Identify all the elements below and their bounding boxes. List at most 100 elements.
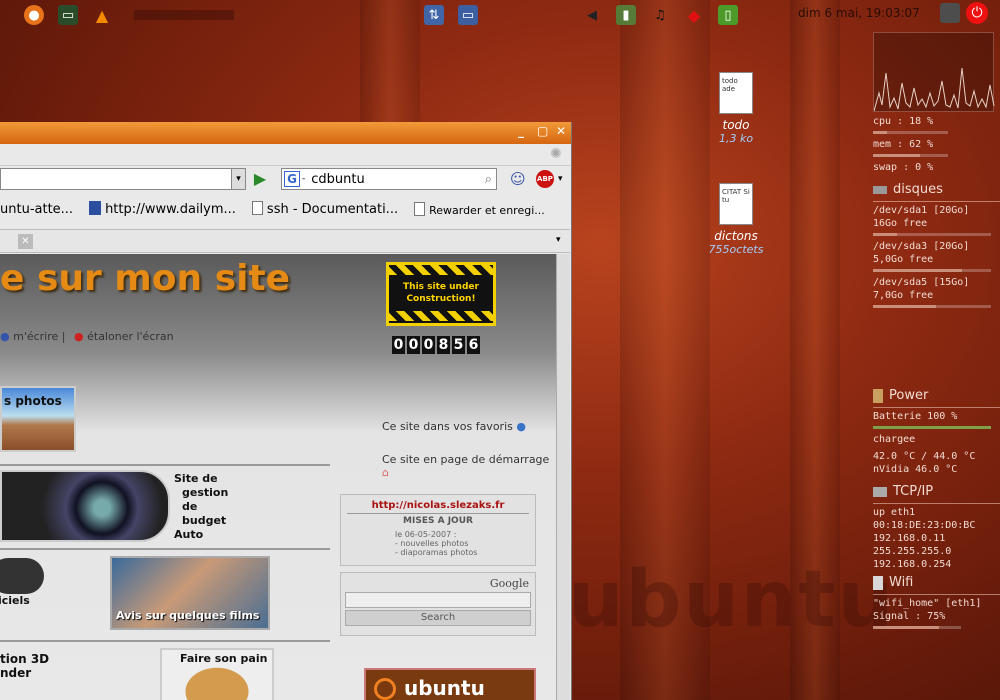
- counter-digit: 6: [467, 336, 480, 354]
- google-logo: Google: [489, 577, 529, 590]
- films-thumbnail[interactable]: Avis sur quelques films: [110, 556, 270, 630]
- google-search-input[interactable]: [345, 592, 531, 608]
- search-input[interactable]: G - cdbuntu ⌕: [281, 168, 497, 190]
- battery-applet-icon[interactable]: ▮: [616, 5, 636, 25]
- monitor-icon[interactable]: [940, 3, 960, 23]
- photos-thumbnail[interactable]: s photos: [0, 386, 76, 452]
- mem-bar: [873, 154, 948, 157]
- music-icon[interactable]: ♫: [650, 5, 670, 25]
- ubuntu-badge-label: ubuntu: [404, 676, 485, 700]
- divider: [0, 640, 330, 642]
- disks-heading: disques: [873, 182, 1000, 197]
- gpu-temperature: nVidia 46.0 °C: [873, 464, 958, 475]
- disks-title: disques: [893, 182, 943, 197]
- power-icon[interactable]: ⏻: [966, 2, 988, 24]
- url-dropdown-button[interactable]: ▾: [231, 168, 246, 190]
- network-icon[interactable]: ⇅: [424, 5, 444, 25]
- vlc-icon[interactable]: ▲: [92, 5, 112, 25]
- desktop-icon-size: 1,3 ko: [718, 132, 754, 145]
- 3d-link[interactable]: tion 3D nder: [0, 652, 49, 680]
- window-list[interactable]: [134, 10, 234, 20]
- close-icon[interactable]: ✕: [556, 124, 566, 138]
- mail-icon: ●: [0, 330, 10, 343]
- budget-line: de: [182, 500, 198, 513]
- ruby-icon[interactable]: ◆: [684, 5, 704, 25]
- adblock-icon[interactable]: ABP: [536, 170, 554, 188]
- photos-label: s photos: [4, 394, 62, 408]
- google-search-button[interactable]: Search: [345, 610, 531, 626]
- cpu-graph-plot: [873, 67, 995, 112]
- counter-digit: 0: [407, 336, 420, 354]
- battery-icon[interactable]: ▯: [718, 5, 738, 25]
- counter-digit: 0: [422, 336, 435, 354]
- divider: [873, 503, 1000, 504]
- homepage-label: Ce site en page de démarrage: [382, 453, 550, 466]
- extension-icon[interactable]: ☺: [510, 170, 526, 188]
- ip-address: 192.168.0.11: [873, 533, 946, 544]
- calibrate-screen-label: étaloner l'écran: [87, 330, 174, 343]
- netmask: 255.255.255.0: [873, 546, 952, 557]
- construction-sign: This site under Construction!: [386, 262, 496, 326]
- screen-icon: ●: [74, 330, 84, 343]
- volume-icon[interactable]: ◀: [582, 5, 602, 25]
- tab-list-icon[interactable]: ▾: [556, 235, 561, 245]
- minimize-icon[interactable]: _: [518, 124, 524, 138]
- counter-digit: 5: [452, 336, 465, 354]
- bookmark-item[interactable]: untu-atte...: [0, 202, 73, 217]
- wifi-heading: Wifi: [873, 575, 1000, 590]
- display-icon[interactable]: ▭: [458, 5, 478, 25]
- software-label: iciels: [0, 594, 30, 607]
- counter-digit: 8: [437, 336, 450, 354]
- ubuntu-badge[interactable]: ubuntu: [364, 668, 536, 700]
- gateway: 192.168.0.254: [873, 559, 952, 570]
- news-item: - nouvelles photos: [395, 539, 469, 548]
- wifi-signal: Signal : 75%: [873, 611, 946, 622]
- ubuntu-wordmark: ubuntu: [568, 555, 896, 645]
- battery-icon: [873, 388, 883, 403]
- construction-text: This site under Construction!: [403, 282, 479, 304]
- home-icon: ⌂: [382, 466, 389, 479]
- cpu-usage: cpu : 18 %: [873, 116, 934, 127]
- url-input[interactable]: [0, 168, 232, 190]
- page-icon: [89, 201, 102, 215]
- speedometer-image[interactable]: [0, 470, 170, 542]
- desktop-icon-size: 755octets: [708, 243, 764, 256]
- 3d-line: nder: [0, 666, 32, 680]
- clock[interactable]: dim 6 mai, 19:03:07: [798, 6, 920, 20]
- terminal-icon[interactable]: ▭: [58, 5, 78, 25]
- desktop-icon-todo[interactable]: todo ade todo 1,3 ko: [696, 72, 776, 145]
- adblock-dropdown-icon[interactable]: ▾: [558, 174, 563, 184]
- search-icon[interactable]: ⌕: [485, 172, 492, 187]
- disk-name: /dev/sda3 [20Go]: [873, 241, 970, 252]
- disk-name: /dev/sda5 [15Go]: [873, 277, 970, 288]
- bread-thumbnail[interactable]: Faire son pain: [160, 648, 274, 700]
- wifi-icon: [873, 575, 883, 590]
- window-titlebar[interactable]: _ ▢ ✕: [0, 122, 571, 144]
- throbber-icon: ✺: [550, 146, 562, 162]
- search-engine-dropdown[interactable]: -: [302, 174, 305, 184]
- firefox-icon[interactable]: ●: [24, 5, 44, 25]
- budget-link[interactable]: Site de gestion de budget Auto: [174, 472, 228, 542]
- mem-usage: mem : 62 %: [873, 139, 934, 150]
- battery-status: chargee: [873, 434, 916, 445]
- vertical-scrollbar[interactable]: [556, 254, 570, 700]
- software-badge[interactable]: iciels: [0, 558, 44, 607]
- write-me-link[interactable]: ● m'écrire |: [0, 330, 66, 343]
- bookmark-item[interactable]: http://www.dailym...: [89, 201, 236, 217]
- desktop-icon-dictons[interactable]: CITAT Si tu dictons 755octets: [696, 183, 776, 256]
- calibrate-screen-link[interactable]: ● étaloner l'écran: [74, 330, 174, 343]
- homepage-link[interactable]: Ce site en page de démarrage ⌂: [382, 453, 556, 479]
- favorites-link[interactable]: Ce site dans vos favoris ●: [382, 420, 526, 433]
- go-button[interactable]: ▶: [249, 168, 271, 190]
- desktop-icon-label: todo: [722, 118, 750, 132]
- browser-window: _ ▢ ✕ ✺ ▾ ▶ G - cdbuntu ⌕ ☺ ABP ▾ untu-a…: [0, 122, 572, 700]
- bookmark-item[interactable]: Rewarder et enregi...: [414, 201, 545, 217]
- disk-bar-fill: [873, 233, 897, 236]
- write-me-label: m'écrire: [13, 330, 59, 343]
- close-tab-icon[interactable]: ✕: [18, 234, 33, 249]
- bookmark-item[interactable]: ssh - Documentati...: [251, 201, 398, 217]
- maximize-icon[interactable]: ▢: [537, 124, 548, 138]
- news-url[interactable]: http://nicolas.slezaks.fr: [341, 500, 535, 511]
- news-item: - diaporamas photos: [395, 548, 478, 557]
- wifi-title: Wifi: [889, 575, 914, 590]
